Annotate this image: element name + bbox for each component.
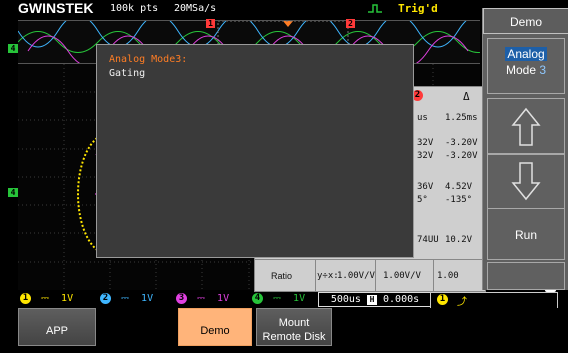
ch1-scale: 1V — [61, 293, 74, 304]
mount-label-line2: Remote Disk — [262, 331, 326, 343]
meas-r6c2: 10.2V — [445, 235, 473, 245]
timebase-offset: 0.000s — [383, 294, 420, 305]
ch2-scale: 1V — [141, 293, 154, 304]
ch2-badge: 2 — [100, 292, 111, 304]
ch4-status[interactable]: 4 ⎓ 1V — [252, 292, 305, 305]
record-length: 100k pts — [110, 3, 159, 14]
demo-button[interactable]: Demo — [178, 308, 252, 346]
trigger-slope-icon: ⤴ — [457, 297, 467, 308]
mode-value: 3 — [539, 63, 547, 77]
delta-symbol: Δ — [463, 90, 470, 103]
position-marker-2: 2 — [346, 19, 355, 28]
mount-label-line1: Mount — [278, 317, 310, 329]
meas-r5c1: 5° — [417, 195, 428, 205]
ch1-status[interactable]: 1 ⎓ 1V — [20, 292, 73, 305]
ch4-scale: 1V — [293, 293, 306, 304]
side-menu: Demo Analog Mode 3 Run — [482, 8, 568, 290]
meas-r6c1: 74UU — [417, 235, 439, 245]
trigger-edge-icon — [368, 4, 382, 13]
run-button[interactable]: Run — [487, 208, 565, 260]
bottom-menu: APP Demo Mount Remote Disk — [0, 308, 568, 346]
mode-label: Mode — [505, 63, 536, 77]
timebase-value: 500us — [330, 294, 361, 305]
up-arrow-icon — [511, 107, 541, 146]
side-blank-button[interactable] — [487, 262, 565, 290]
ratio-value-2: 1.00V/V — [383, 271, 421, 281]
analog-label: Analog — [505, 47, 547, 61]
ch3-status[interactable]: 3 ⎓ 1V — [176, 292, 229, 305]
ch1-badge: 1 — [20, 292, 31, 304]
sample-rate: 20MSa/s — [174, 3, 217, 14]
horizontal-position-icon: H — [366, 295, 377, 305]
ch4-marker-overview: 4 — [8, 44, 18, 53]
analog-mode-dialog: Analog Mode3: Gating — [96, 44, 414, 258]
ratio-value-1: 1.00V/V — [337, 271, 375, 281]
down-arrow-icon — [511, 162, 541, 201]
position-marker-1: 1 — [206, 19, 215, 28]
dialog-text: Gating — [109, 68, 146, 79]
dialog-title: Analog Mode3: — [109, 54, 188, 65]
mode-down-button[interactable] — [487, 154, 565, 210]
trigger-source-badge: 1 — [437, 294, 448, 305]
ch3-scale: 1V — [217, 293, 230, 304]
app-button[interactable]: APP — [18, 308, 96, 346]
ratio-expression: y÷x: — [317, 271, 339, 281]
meas-r1c2: 1.25ms — [445, 113, 478, 123]
mode-up-button[interactable] — [487, 98, 565, 154]
meas-r2c2: -3.20V — [445, 138, 478, 148]
meas-r4c2: 4.52V — [445, 182, 473, 192]
side-menu-title: Demo — [483, 8, 568, 34]
ch4-marker-grid: 4 — [8, 188, 18, 197]
meas-r2c1: 32V — [417, 138, 434, 148]
meas-r1c1: us — [417, 113, 428, 123]
meas-r5c2: -135° — [445, 195, 473, 205]
ch2-status[interactable]: 2 ⎓ 1V — [100, 292, 153, 305]
brand-logo: GWINSTEK — [18, 0, 94, 16]
trigger-status: Trig'd — [398, 2, 438, 15]
ratio-value-3: 1.00 — [437, 271, 459, 281]
analog-mode-button[interactable]: Analog Mode 3 — [487, 38, 565, 94]
meas-r4c1: 36V — [417, 182, 434, 192]
timebase-readout[interactable]: 500us H 0.000s — [318, 292, 432, 307]
mount-remote-disk-button[interactable]: Mount Remote Disk — [256, 308, 332, 346]
meas-r3c1: 32V — [417, 151, 434, 161]
meas-r3c2: -3.20V — [445, 151, 478, 161]
ch3-badge: 3 — [176, 292, 187, 304]
ratio-label: Ratio — [271, 271, 293, 281]
ch4-badge: 4 — [252, 292, 263, 304]
